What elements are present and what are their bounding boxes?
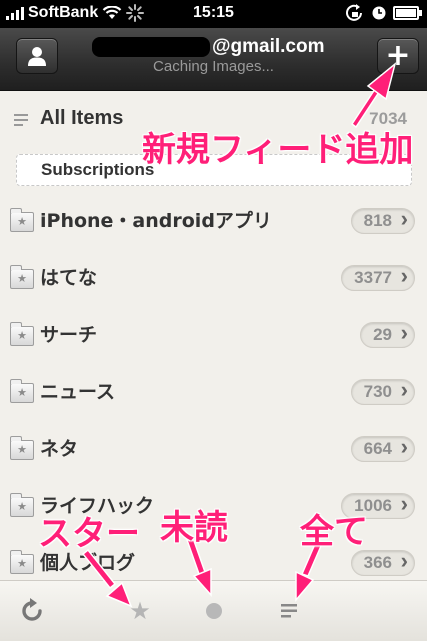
- bottom-toolbar: ★: [0, 580, 427, 641]
- dot-icon: [206, 603, 222, 619]
- unread-count-badge[interactable]: 366: [350, 549, 415, 576]
- feed-row[interactable]: ★ サーチ 29: [0, 306, 427, 363]
- annotation-star: スター: [38, 514, 140, 554]
- feed-row[interactable]: ★ はてな 3377: [0, 249, 427, 306]
- alarm-icon: [372, 6, 386, 20]
- feed-name: iPhone・androidアプリ: [40, 210, 272, 232]
- add-feed-button[interactable]: +: [377, 38, 419, 74]
- account-email: @gmail.com: [212, 36, 325, 57]
- unread-count-badge[interactable]: 29: [360, 321, 415, 348]
- feed-name: ネタ: [40, 438, 79, 460]
- unread-count-badge[interactable]: 3377: [341, 264, 415, 291]
- feed-row[interactable]: ★ iPhone・androidアプリ 818: [0, 192, 427, 249]
- battery-icon: [393, 6, 422, 20]
- unread-count-badge[interactable]: 664: [350, 435, 415, 462]
- redaction-bar: [92, 37, 210, 57]
- folder-star-icon: ★: [10, 265, 34, 289]
- all-filter-button[interactable]: [276, 593, 304, 629]
- unread-count-badge[interactable]: 730: [350, 378, 415, 405]
- nav-subtitle: Caching Images...: [153, 58, 274, 75]
- folder-star-icon: ★: [10, 379, 34, 403]
- lines-icon: [14, 114, 28, 126]
- nav-bar: @gmail.com Caching Images... +: [0, 28, 427, 91]
- folder-star-icon: ★: [10, 322, 34, 346]
- status-bar: SoftBank 15:15: [0, 0, 427, 28]
- annotation-unread: 未読: [160, 508, 228, 548]
- feed-row[interactable]: ★ ネタ 664: [0, 420, 427, 477]
- unread-filter-button[interactable]: [201, 593, 227, 629]
- account-title: @gmail.com: [86, 36, 346, 58]
- annotation-all: 全て: [300, 512, 368, 552]
- all-items-label: All Items: [40, 107, 124, 129]
- feed-name: はてな: [40, 267, 98, 289]
- folder-star-icon: ★: [10, 493, 34, 517]
- plus-icon: +: [385, 38, 411, 73]
- starred-filter-button[interactable]: ★: [125, 593, 155, 629]
- feed-name: サーチ: [40, 324, 98, 346]
- annotation-new-feed: 新規フィード追加: [142, 130, 414, 170]
- refresh-button[interactable]: [14, 593, 50, 629]
- feed-name: ニュース: [40, 381, 116, 403]
- folder-star-icon: ★: [10, 436, 34, 460]
- section-header-label: Subscriptions: [41, 160, 155, 179]
- folder-star-icon: ★: [10, 208, 34, 232]
- folder-star-icon: ★: [10, 550, 34, 574]
- lines-icon: [281, 604, 297, 618]
- refresh-icon: [22, 598, 42, 621]
- status-right: [345, 4, 422, 22]
- feed-row[interactable]: ★ ニュース 730: [0, 363, 427, 420]
- star-icon: ★: [129, 597, 151, 625]
- unread-count-badge[interactable]: 818: [350, 207, 415, 234]
- rotation-lock-icon: [346, 4, 362, 21]
